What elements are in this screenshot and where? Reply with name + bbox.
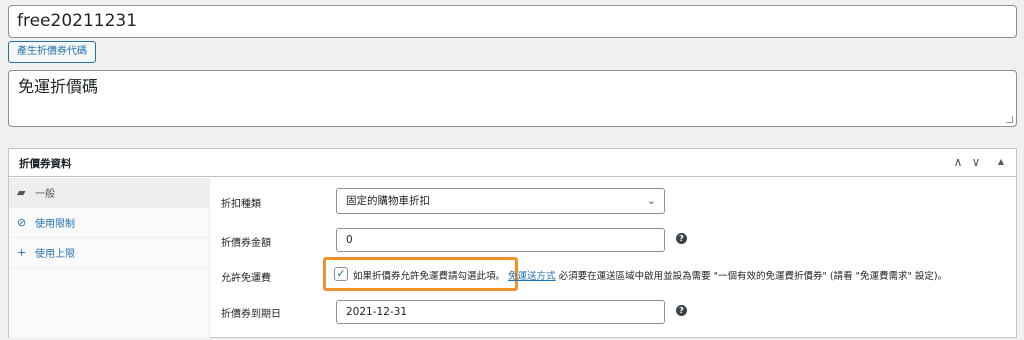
help-icon[interactable]: ? <box>676 305 687 316</box>
resize-grip-icon[interactable] <box>1006 116 1013 123</box>
discount-type-select[interactable]: 固定的購物車折扣 ⌄ <box>336 188 665 214</box>
limits-icon: + <box>17 246 27 259</box>
expiry-date-label: 折價券到期日 <box>221 309 281 320</box>
tab-label: 使用限制 <box>35 219 75 230</box>
expiry-date-input[interactable]: 2021-12-31 <box>336 300 665 324</box>
panel-title: 折價券資料 <box>19 158 72 170</box>
free-shipping-text: 如果折價券允許免運費請勾選此項。 <box>353 271 506 282</box>
move-down-icon[interactable]: ∨ <box>967 153 985 171</box>
free-shipping-description: 如果折價券允許免運費請勾選此項。 免運送方式 必須要在運送區域中啟用並設為需要 … <box>353 268 947 282</box>
discount-type-label: 折扣種類 <box>221 199 261 210</box>
description-text: 免運折價碼 <box>18 77 99 96</box>
tab-usage-restriction[interactable]: ⊘ 使用限制 <box>9 208 209 238</box>
chevron-down-icon: ⌄ <box>646 194 656 207</box>
coupon-tabs: ▰ 一般 ⊘ 使用限制 + 使用上限 <box>9 178 210 338</box>
block-icon: ⊘ <box>17 216 27 229</box>
discount-type-value: 固定的購物車折扣 <box>346 195 430 207</box>
toggle-panel-icon[interactable]: ▲ <box>992 153 1010 171</box>
coupon-description-textarea[interactable]: 免運折價碼 <box>8 70 1017 127</box>
coupon-amount-label: 折價券金額 <box>221 238 271 249</box>
free-shipping-note: 必須要在運送區域中啟用並設為需要 "一個有效的免運費折價券" (請看 "免運費需… <box>558 271 948 282</box>
free-shipping-checkbox[interactable]: ✓ <box>334 267 348 281</box>
move-up-icon[interactable]: ∧ <box>949 153 967 171</box>
help-icon[interactable]: ? <box>676 233 687 244</box>
coupon-amount-input[interactable]: 0 <box>336 228 665 252</box>
tab-general[interactable]: ▰ 一般 <box>9 178 209 208</box>
panel-header: 折價券資料 ∧ ∨ ▲ <box>9 149 1016 177</box>
free-shipping-method-link[interactable]: 免運送方式 <box>508 271 556 282</box>
coupon-code-input[interactable]: free20211231 <box>8 5 1017 38</box>
generate-coupon-code-button[interactable]: 產生折價券代碼 <box>8 41 96 63</box>
ticket-icon: ▰ <box>17 186 26 199</box>
tab-label: 使用上限 <box>35 249 75 260</box>
tab-usage-limits[interactable]: + 使用上限 <box>9 238 209 268</box>
free-shipping-label: 允許免運費 <box>221 273 271 284</box>
tab-label: 一般 <box>35 189 55 200</box>
